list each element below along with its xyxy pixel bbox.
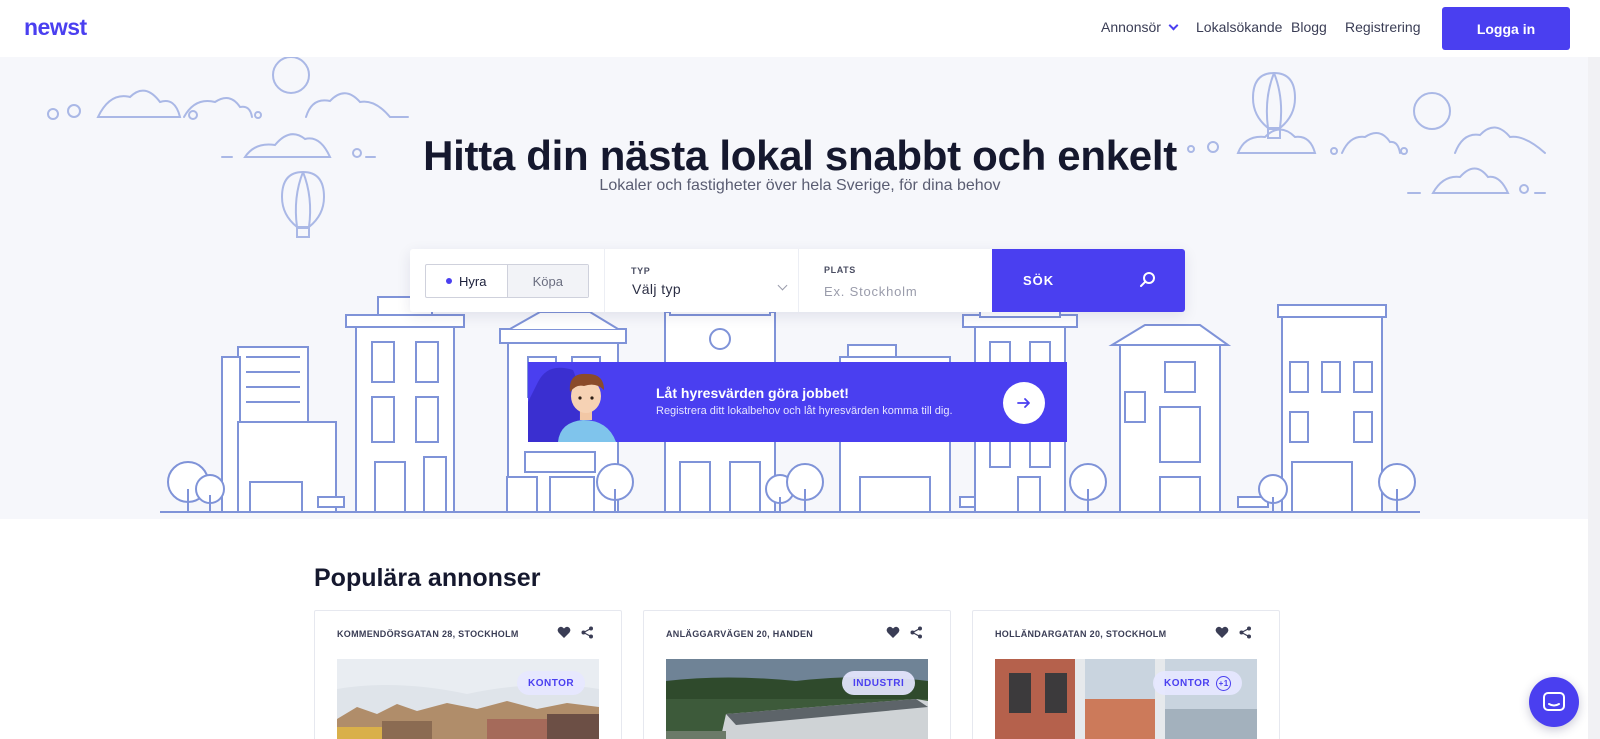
mode-hyra[interactable]: Hyra [426,265,508,297]
listing-type-tag: KONTOR +1 [1153,671,1243,695]
divider [604,249,605,312]
divider [798,249,799,312]
mode-toggle: Hyra Köpa [425,264,589,298]
mode-kopa[interactable]: Köpa [507,265,588,297]
type-value: Välj typ [632,281,682,297]
page: newst Annonsör Lokalsökande Blogg Regist… [0,0,1600,739]
nav-registrering[interactable]: Registrering [1345,19,1420,35]
hero-title: Hitta din nästa lokal snabbt och enkelt [423,132,1177,179]
type-label: TYP [631,266,651,276]
listing-card[interactable]: HOLLÄNDARGATAN 20, STOCKHOLM KONTOR +1 [972,610,1280,739]
promo-text: Registrera ditt lokalbehov och låt hyres… [656,405,953,417]
nav-annonsor-label: Annonsör [1101,19,1161,35]
mode-hyra-label: Hyra [459,273,487,289]
search-bar: Hyra Köpa TYP Välj typ PLATS SÖK [410,249,1185,312]
listing-type-tag-label: KONTOR [1164,677,1211,689]
heart-icon[interactable] [1215,626,1229,639]
listing-address: HOLLÄNDARGATAN 20, STOCKHOLM [995,629,1167,639]
chat-button[interactable] [1529,677,1579,727]
share-icon[interactable] [581,626,594,639]
person-illustration [528,367,616,442]
hero-subtitle: Lokaler och fastigheter över hela Sverig… [599,177,1001,194]
listing-card[interactable]: ANLÄGGARVÄGEN 20, HANDEN INDUSTRI [643,610,951,739]
search-icon [1140,272,1155,287]
arrow-right-icon [1017,398,1030,408]
scrollbar[interactable] [1588,57,1600,739]
search-button-label: SÖK [1023,273,1055,288]
chevron-down-icon [1168,20,1179,31]
listing-card[interactable]: KOMMENDÖRSGATAN 28, STOCKHOLM KONTOR [314,610,622,739]
promo-title: Låt hyresvärden göra jobbet! [656,385,849,401]
nav-blogg[interactable]: Blogg [1291,19,1327,35]
extra-photos-badge: +1 [1216,675,1232,691]
nav-annonsor[interactable]: Annonsör [1101,19,1179,35]
nav-lokalsokande[interactable]: Lokalsökande [1196,19,1282,35]
heart-icon[interactable] [557,626,571,639]
popular-title: Populära annonser [314,564,541,592]
login-button[interactable]: Logga in [1442,7,1570,50]
listing-address: ANLÄGGARVÄGEN 20, HANDEN [666,629,814,639]
share-icon[interactable] [1239,626,1252,639]
promo-banner[interactable]: Låt hyresvärden göra jobbet! Registrera … [528,362,1067,442]
logo[interactable]: newst [24,14,87,41]
listing-type-tag: INDUSTRI [842,671,916,695]
chat-icon [1543,692,1565,711]
promo-arrow-button[interactable] [1003,382,1045,424]
place-input[interactable] [824,281,984,301]
listing-image[interactable]: INDUSTRI [666,659,928,739]
selected-dot-icon [446,278,453,284]
chevron-down-icon [777,280,788,291]
listing-type-tag: KONTOR [517,671,586,695]
top-nav: newst Annonsör Lokalsökande Blogg Regist… [0,0,1600,57]
listing-address: KOMMENDÖRSGATAN 28, STOCKHOLM [337,629,519,639]
search-button[interactable]: SÖK [992,249,1185,312]
heart-icon[interactable] [886,626,900,639]
listing-image[interactable]: KONTOR [337,659,599,739]
listing-image[interactable]: KONTOR +1 [995,659,1257,739]
share-icon[interactable] [910,626,923,639]
place-label: PLATS [824,265,856,275]
